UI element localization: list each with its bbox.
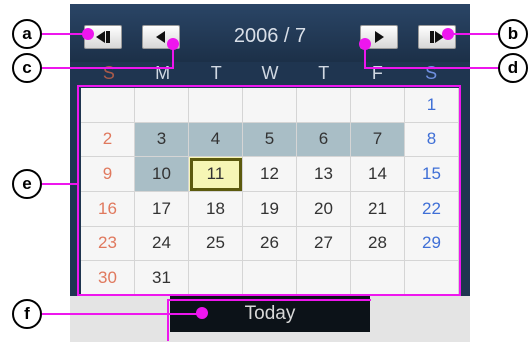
calendar-header: 2006 / 7 xyxy=(70,4,470,62)
callout-c: c xyxy=(12,53,42,83)
leader-line-f xyxy=(42,313,200,315)
callout-a: a xyxy=(12,19,42,49)
weekday-label: F xyxy=(371,63,383,83)
marker-dot-d xyxy=(359,38,371,50)
callout-d: d xyxy=(498,53,528,83)
skip-back-icon xyxy=(96,31,110,43)
weekday-label: S xyxy=(102,63,115,83)
leader-line-e xyxy=(42,183,78,185)
leader-line-d xyxy=(364,67,500,69)
marker-dot-c xyxy=(167,38,179,50)
callout-b: b xyxy=(498,19,528,49)
callout-f: f xyxy=(12,299,42,329)
weekday-label: M xyxy=(155,63,171,83)
callout-e: e xyxy=(12,169,42,199)
leader-line-c xyxy=(42,67,174,69)
triangle-left-icon xyxy=(156,31,165,43)
weekday-label: W xyxy=(261,63,279,83)
weekday-label: T xyxy=(318,63,330,83)
leader-line-a xyxy=(42,33,87,35)
leader-line-b xyxy=(448,33,498,35)
marker-dot-a xyxy=(82,28,94,40)
weekday-label: S xyxy=(425,63,438,83)
weekday-label: T xyxy=(210,63,222,83)
today-highlight-frame xyxy=(167,299,371,341)
triangle-right-icon xyxy=(375,31,384,43)
grid-highlight-frame xyxy=(77,85,461,296)
marker-dot-b xyxy=(442,28,454,40)
month-title: 2006 / 7 xyxy=(233,25,307,47)
marker-dot-f xyxy=(196,307,208,319)
weekday-header: S M T W T F S xyxy=(82,62,458,84)
